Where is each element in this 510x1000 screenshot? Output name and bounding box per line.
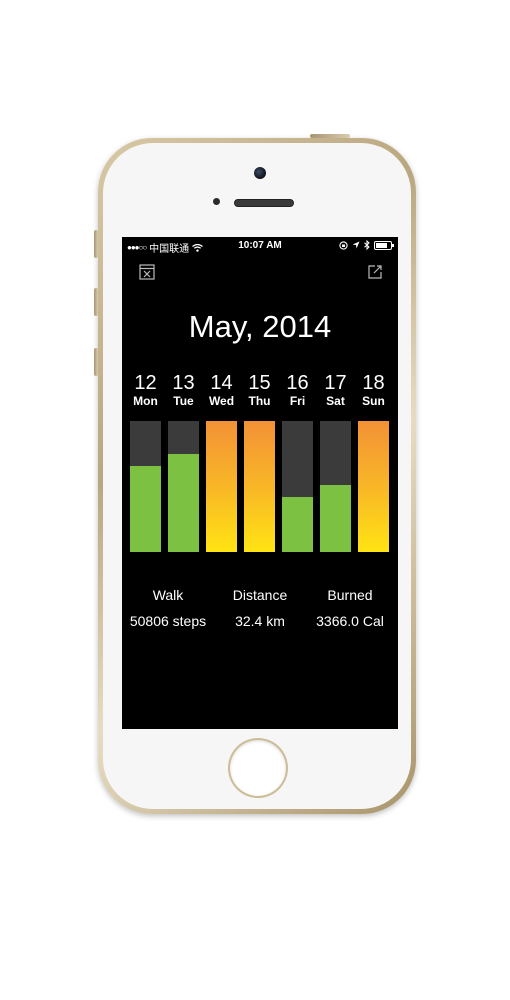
earpiece-speaker — [234, 199, 294, 207]
progress-bar-fri[interactable] — [282, 421, 313, 552]
day-name: Fri — [289, 394, 306, 408]
day-header-tue[interactable]: 13 Tue — [168, 373, 199, 409]
progress-bar-sat[interactable] — [320, 421, 351, 552]
day-name: Sat — [326, 394, 345, 408]
share-icon — [368, 265, 382, 279]
volume-down-button — [94, 348, 98, 376]
mute-switch — [94, 230, 98, 258]
day-name: Tue — [173, 394, 194, 408]
progress-bar-thu[interactable] — [244, 421, 275, 552]
stat-label-burned: Burned — [327, 587, 373, 603]
progress-bar-sun[interactable] — [358, 421, 389, 552]
day-number: 13 — [172, 372, 195, 394]
volume-up-button — [94, 288, 98, 316]
day-number: 12 — [134, 372, 157, 394]
month-title: May, 2014 — [188, 309, 332, 344]
progress-fill — [206, 421, 237, 552]
status-bar: ●●●○○ 中国联通 10:07 AM — [122, 237, 398, 255]
day-header-thu[interactable]: 15 Thu — [244, 373, 275, 409]
phone-frame: ●●●○○ 中国联通 10:07 AM May, 2014 12 Mon 13 … — [94, 134, 416, 814]
day-header-mon[interactable]: 12 Mon — [130, 373, 161, 409]
day-name: Mon — [133, 394, 158, 408]
stat-label-distance: Distance — [232, 587, 288, 603]
battery-icon — [374, 240, 394, 250]
progress-fill — [130, 465, 161, 552]
bluetooth-icon — [364, 240, 370, 250]
day-header-wed[interactable]: 14 Wed — [206, 373, 237, 409]
day-header-sat[interactable]: 17 Sat — [320, 373, 351, 409]
calendar-close-icon — [139, 264, 155, 280]
day-name: Thu — [248, 394, 271, 408]
day-number: 14 — [210, 372, 233, 394]
day-header-sun[interactable]: 18 Sun — [358, 373, 389, 409]
stat-value-walk: 50806 steps — [129, 613, 207, 629]
stat-label-walk: Walk — [152, 587, 184, 603]
power-button — [310, 134, 350, 138]
rotation-lock-icon — [339, 240, 348, 250]
progress-bar-wed[interactable] — [206, 421, 237, 552]
progress-bar-tue[interactable] — [168, 421, 199, 552]
day-number: 16 — [286, 372, 309, 394]
day-number: 18 — [362, 372, 385, 394]
calendar-button[interactable] — [138, 263, 156, 281]
day-name: Sun — [362, 394, 385, 408]
share-button[interactable] — [366, 263, 384, 281]
stat-value-burned: 3366.0 Cal — [316, 613, 384, 629]
app-screen: ●●●○○ 中国联通 10:07 AM May, 2014 12 Mon 13 … — [122, 237, 398, 729]
home-button[interactable] — [230, 740, 286, 796]
stat-value-distance: 32.4 km — [235, 613, 285, 629]
day-number: 15 — [248, 372, 271, 394]
front-camera — [254, 167, 266, 179]
location-arrow-icon — [352, 241, 360, 249]
progress-fill — [358, 421, 389, 552]
progress-fill — [244, 421, 275, 552]
progress-fill — [320, 485, 351, 552]
day-header-fri[interactable]: 16 Fri — [282, 373, 313, 409]
day-number: 17 — [324, 372, 347, 394]
day-name: Wed — [208, 394, 235, 408]
phone-face: ●●●○○ 中国联通 10:07 AM May, 2014 12 Mon 13 … — [103, 143, 411, 809]
progress-fill — [168, 453, 199, 552]
progress-bar-mon[interactable] — [130, 421, 161, 552]
progress-fill — [282, 496, 313, 552]
proximity-sensor — [213, 198, 220, 205]
